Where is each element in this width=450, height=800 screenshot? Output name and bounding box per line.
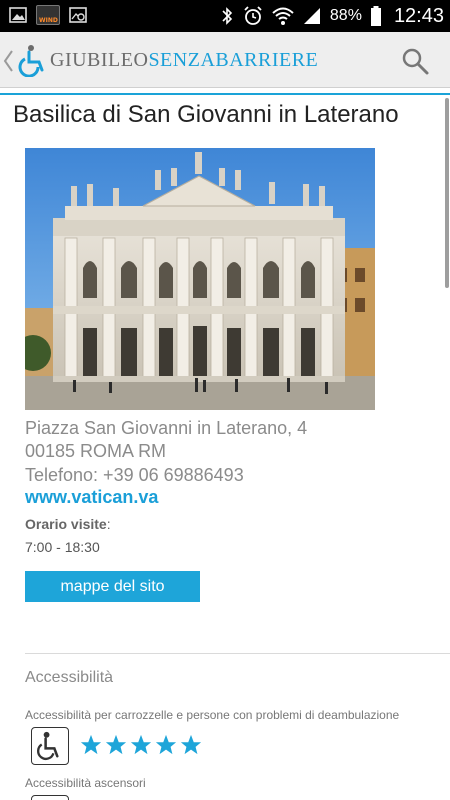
battery-icon — [370, 6, 381, 26]
phone-number[interactable]: Telefono: +39 06 69886493 — [25, 465, 445, 486]
logo-text-senzabarriere: SENZABARRIERE — [148, 49, 319, 71]
status-bar: WIND 88% 12:43 — [0, 0, 450, 32]
signal-icon — [303, 8, 320, 24]
alarm-icon — [244, 6, 262, 25]
star-icon — [155, 734, 177, 755]
wheelchair-rating — [80, 734, 202, 756]
elevator-accessibility-label: Accessibilità ascensori — [25, 776, 146, 790]
star-icon — [105, 734, 127, 755]
place-detail[interactable]: Basilica di San Giovanni in Laterano Pia… — [0, 89, 450, 800]
scrollbar[interactable] — [445, 98, 449, 288]
star-icon — [180, 734, 202, 755]
app-bar: GIUBILEOSENZABARRIERE — [0, 32, 450, 88]
logo-text-giubileo: GIUBILEO — [50, 49, 149, 71]
accessibility-section-title: Accessibilità — [25, 669, 114, 686]
battery-percent: 88% — [329, 7, 362, 24]
star-icon — [130, 734, 152, 755]
site-map-button[interactable]: mappe del sito — [25, 571, 200, 602]
hours-label-text: Orario visite — [25, 516, 107, 532]
visiting-hours-value: 7:00 - 18:30 — [25, 539, 100, 555]
clock: 12:43 — [393, 4, 444, 27]
wifi-icon — [272, 7, 294, 25]
search-icon[interactable] — [400, 46, 430, 76]
address-line-2: 00185 ROMA RM — [25, 441, 167, 461]
wind-carrier-icon: WIND — [36, 5, 60, 25]
elevator-icon — [31, 795, 69, 800]
image-icon — [9, 7, 27, 23]
header-divider — [0, 93, 450, 95]
star-icon — [80, 734, 102, 755]
screenshot-icon — [69, 7, 87, 23]
address-line-1: Piazza San Giovanni in Laterano, 4 — [25, 418, 308, 438]
wheelchair-icon — [31, 727, 69, 765]
basilica-photo — [25, 148, 375, 410]
wheelchair-accessibility-label: Accessibilità per carrozzelle e persone … — [25, 708, 400, 722]
back-chevron-icon[interactable] — [2, 48, 16, 74]
page-title: Basilica di San Giovanni in Laterano — [13, 101, 399, 128]
app-logo-title[interactable]: GIUBILEOSENZABARRIERE — [50, 49, 318, 72]
hours-label-colon: : — [106, 516, 111, 532]
bluetooth-icon — [222, 7, 233, 25]
website-link[interactable]: www.vatican.va — [25, 487, 158, 508]
wheelchair-logo-icon[interactable] — [16, 43, 50, 77]
visiting-hours-label: Orario visite: — [25, 516, 111, 532]
section-divider — [25, 653, 450, 654]
